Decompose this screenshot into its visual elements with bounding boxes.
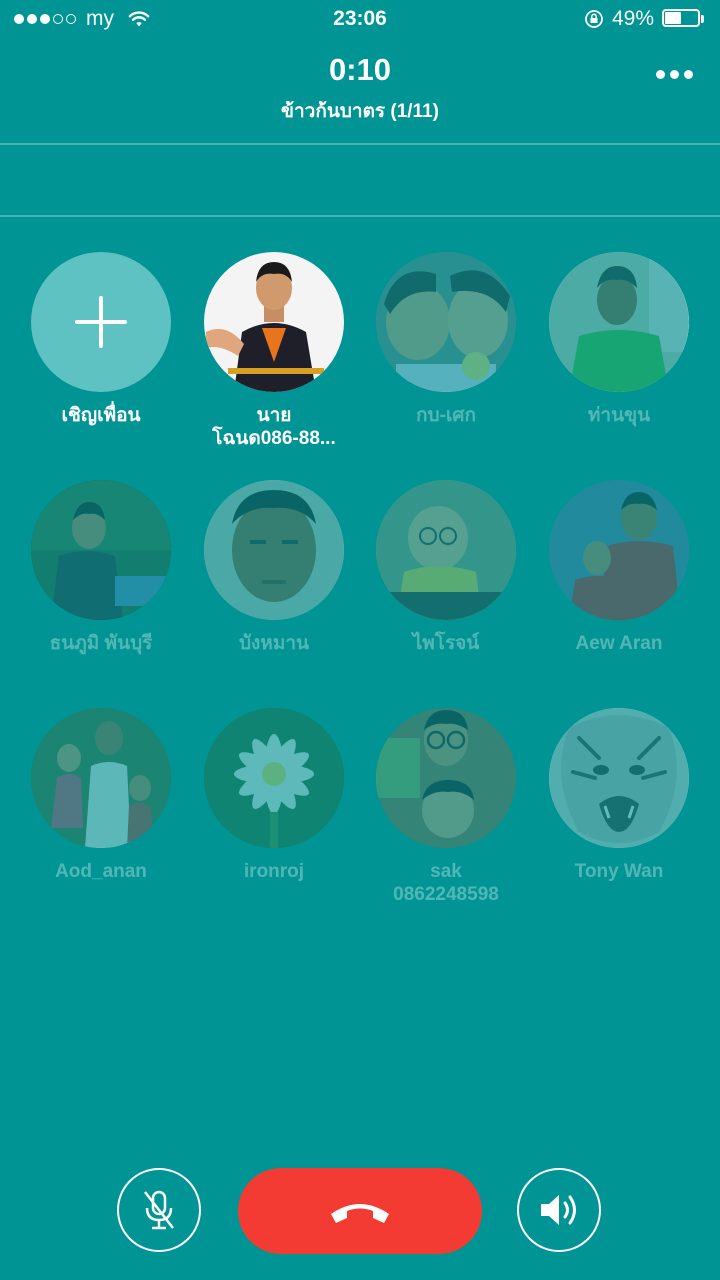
participant[interactable]: ironroj: [188, 708, 360, 883]
mute-button[interactable]: [117, 1168, 201, 1252]
participant-name: กบ-เศก: [416, 405, 476, 426]
participant-avatar: [204, 708, 344, 848]
participant-name: Aew Aran: [575, 633, 663, 654]
participant-avatar: [549, 708, 689, 848]
participant[interactable]: นาย โฉนด086-88...: [188, 252, 360, 450]
speaker-icon: [541, 1195, 576, 1225]
participant-name: ธนภูมิ พันบุรี: [49, 633, 153, 654]
group-call-screen: my 23:06 49% 0:10 ข้าวก้นบาตร (1/11) เชิ…: [0, 0, 720, 1280]
participant[interactable]: กบ-เศก: [360, 252, 532, 427]
battery-percentage: 49%: [611, 7, 654, 30]
participant-name-line2: โฉนด086-88...: [212, 428, 336, 449]
invite-friends-label: เชิญเพื่อน: [61, 405, 141, 426]
participant-avatar: [204, 480, 344, 620]
phone-hangup-icon: [331, 1204, 389, 1223]
participant[interactable]: Aew Aran: [533, 480, 705, 655]
participant-name: Aod_anan: [55, 861, 147, 882]
invite-friends-button[interactable]: [31, 252, 171, 392]
rotation-lock-icon: [585, 10, 603, 28]
status-bar: my 23:06 49%: [0, 0, 720, 40]
participant-name: Tony Wan: [574, 861, 664, 882]
participant-name: ท่านขุน: [587, 405, 651, 426]
participant[interactable]: Aod_anan: [15, 708, 187, 883]
participant-name: sak: [430, 861, 462, 882]
speaker-button[interactable]: [517, 1168, 601, 1252]
participant-name: นาย: [256, 405, 292, 426]
participant[interactable]: ไพโรจน์: [360, 480, 532, 655]
participant-avatar: [31, 708, 171, 848]
participant-name-line2: 0862248598: [393, 884, 499, 905]
participant-name: ไพโรจน์: [412, 633, 480, 654]
participant-avatar: [376, 708, 516, 848]
battery-icon: [662, 9, 706, 29]
end-call-button[interactable]: [238, 1168, 482, 1254]
participant-avatar: [204, 252, 344, 392]
participant[interactable]: ธนภูมิ พันบุรี: [15, 480, 187, 655]
participant-avatar: [376, 480, 516, 620]
call-duration: 0:10: [328, 52, 392, 87]
participant[interactable]: Tony Wan: [533, 708, 705, 883]
plus-icon: [75, 296, 127, 348]
more-options-button[interactable]: [652, 62, 696, 86]
participant[interactable]: ท่านขุน: [533, 252, 705, 427]
participant-avatar: [31, 480, 171, 620]
participant-name: ironroj: [243, 861, 305, 882]
participant[interactable]: sak 0862248598: [360, 708, 532, 906]
divider: [0, 215, 720, 217]
participant[interactable]: บังหมาน: [188, 480, 360, 655]
divider: [0, 143, 720, 145]
participant-avatar: [376, 252, 516, 392]
invite-friends[interactable]: เชิญเพื่อน: [15, 252, 187, 427]
participant-name: บังหมาน: [238, 633, 310, 654]
participant-avatar: [549, 480, 689, 620]
more-dots-icon: [655, 69, 665, 79]
participant-avatar: [549, 252, 689, 392]
microphone-muted-icon: [144, 1190, 174, 1230]
group-title: ข้าวก้นบาตร (1/11): [281, 101, 439, 122]
